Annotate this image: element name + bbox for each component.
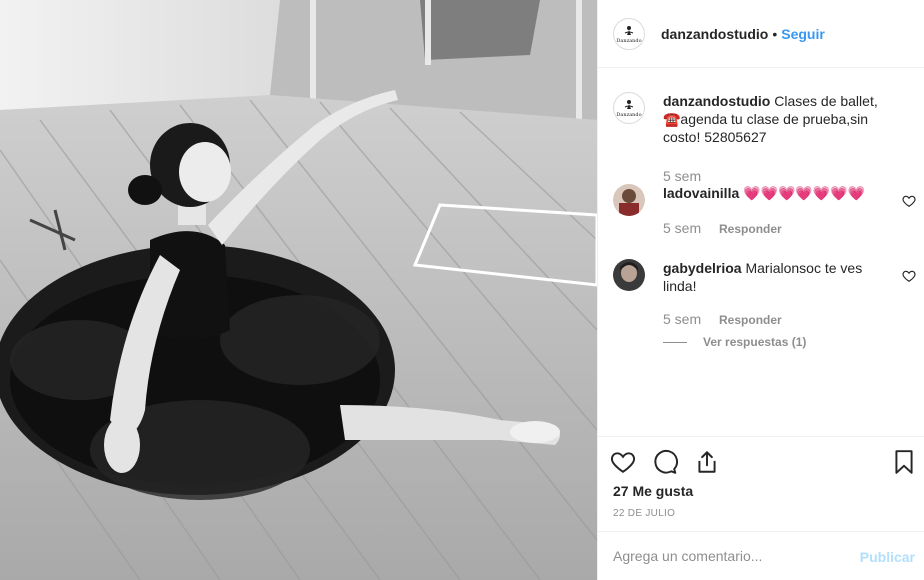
comment-meta: 5 sem Responder bbox=[663, 220, 782, 236]
like-heart-icon[interactable] bbox=[610, 449, 636, 475]
share-icon[interactable] bbox=[694, 449, 720, 475]
post-details-panel: Danzando danzandostudio • Seguir Danzand… bbox=[597, 0, 924, 580]
bookmark-icon[interactable] bbox=[891, 449, 917, 475]
comment-time: 5 sem bbox=[663, 220, 702, 236]
svg-text:Danzando: Danzando bbox=[616, 112, 641, 118]
comment-text: 💗💗💗💗💗💗💗 bbox=[743, 185, 866, 201]
avatar-image bbox=[613, 259, 645, 291]
svg-text:Danzando: Danzando bbox=[616, 38, 641, 44]
comments-section[interactable]: Danzando danzandostudio Clases de ballet… bbox=[598, 68, 924, 436]
comment-time: 5 sem bbox=[663, 311, 702, 327]
comment-bubble-icon[interactable] bbox=[652, 449, 678, 475]
post-date[interactable]: 22 DE JULIO bbox=[613, 508, 675, 519]
caption-username[interactable]: danzandostudio bbox=[663, 93, 770, 109]
follow-button[interactable]: Seguir bbox=[781, 26, 825, 42]
comment-username[interactable]: ladovainilla bbox=[663, 185, 739, 201]
studio-logo-icon: Danzando bbox=[616, 100, 642, 118]
post-photo[interactable] bbox=[0, 0, 597, 580]
studio-logo-icon: Danzando bbox=[616, 25, 642, 44]
commenter-avatar[interactable] bbox=[613, 259, 645, 291]
replies-divider bbox=[663, 341, 687, 343]
view-replies-label: Ver respuestas (1) bbox=[703, 335, 807, 349]
comment-composer: Publicar bbox=[598, 531, 924, 580]
header-separator: • bbox=[772, 25, 778, 42]
comment-text-block: gabydelrioa Marialonsoc te ves linda! bbox=[663, 259, 873, 295]
caption-avatar[interactable]: Danzando bbox=[613, 92, 645, 124]
post-actions: 27 Me gusta 22 DE JULIO bbox=[598, 436, 924, 531]
comment-text-block: ladovainilla 💗💗💗💗💗💗💗 bbox=[663, 184, 873, 202]
action-icons bbox=[610, 449, 720, 475]
small-heart-icon[interactable] bbox=[902, 269, 916, 283]
view-replies-button[interactable]: Ver respuestas (1) bbox=[663, 335, 806, 349]
comment-input[interactable] bbox=[613, 544, 843, 568]
commenter-avatar[interactable] bbox=[613, 184, 645, 216]
likes-count[interactable]: 27 Me gusta bbox=[613, 483, 693, 499]
post-comment-button[interactable]: Publicar bbox=[860, 549, 915, 565]
avatar-image bbox=[613, 184, 645, 216]
ballet-photo-illustration bbox=[0, 0, 597, 580]
comment-username[interactable]: gabydelrioa bbox=[663, 260, 742, 276]
caption-text-block: danzandostudio Clases de ballet, ☎️agend… bbox=[663, 92, 903, 146]
post-header: Danzando danzandostudio • Seguir bbox=[598, 0, 924, 68]
reply-button[interactable]: Responder bbox=[719, 222, 782, 236]
comment-meta: 5 sem Responder bbox=[663, 311, 782, 327]
header-username[interactable]: danzandostudio bbox=[661, 26, 768, 42]
reply-button[interactable]: Responder bbox=[719, 313, 782, 327]
studio-avatar[interactable]: Danzando bbox=[613, 17, 645, 50]
caption-time: 5 sem bbox=[663, 168, 702, 184]
small-heart-icon[interactable] bbox=[902, 194, 916, 208]
